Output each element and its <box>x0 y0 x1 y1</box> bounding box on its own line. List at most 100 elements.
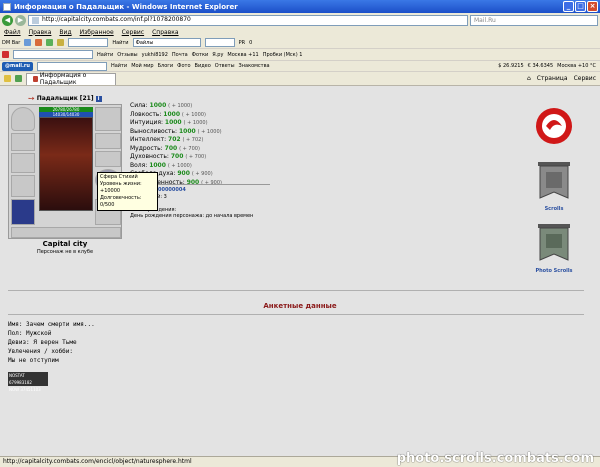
photo-scrolls-badge[interactable]: Photo Scrolls <box>534 222 574 274</box>
search-input[interactable]: Mail.Ru <box>470 14 598 26</box>
stat-row: Выносливость: 1000 ( + 1000) <box>130 127 222 135</box>
weather-label: Москва +10 °C <box>557 63 596 69</box>
photo-link[interactable]: Фото <box>177 63 190 69</box>
tab-bar: Информация о Падальщик ⌂ Страница Сервис <box>0 72 600 86</box>
menu-help[interactable]: Справка <box>152 29 178 36</box>
clan-status: Персонаж не в клубе <box>36 249 94 255</box>
helmet-slot[interactable] <box>11 107 35 131</box>
user-link[interactable]: yukhi8192 <box>142 52 168 58</box>
menu-file[interactable]: Файл <box>4 29 21 36</box>
counter-line: NOW 37451103 <box>9 387 41 392</box>
menu-edit[interactable]: Правка <box>29 29 52 36</box>
back-button[interactable]: ◀ <box>2 14 13 26</box>
photo-scrolls-banner-icon <box>538 224 570 261</box>
toolbar-icon[interactable] <box>35 39 43 46</box>
pr-field[interactable] <box>204 38 235 47</box>
maximize-button[interactable]: □ <box>575 1 586 12</box>
forward-button[interactable]: ▶ <box>15 14 26 26</box>
clan-emblem-icon <box>536 108 572 144</box>
favorites-star-icon[interactable] <box>4 75 11 82</box>
profile-hobby-text: Мы не отступим <box>8 357 59 364</box>
section-divider <box>8 290 584 291</box>
ie-icon <box>3 2 11 11</box>
yandex-icon[interactable] <box>2 51 9 58</box>
info-icon[interactable]: i <box>95 95 102 102</box>
character-level: [21] <box>79 95 94 102</box>
scrolls-label: Scrolls <box>544 206 564 212</box>
mailru-find-button[interactable]: Найти <box>111 63 127 69</box>
city-name: Capital city <box>42 240 88 248</box>
arrow-icon: ➙ <box>28 94 35 103</box>
toolbar-dm: DM Bar Найти Файлы PR 0 <box>0 37 600 49</box>
toolbar-icon[interactable] <box>57 39 65 46</box>
yaru-link[interactable]: Я.ру <box>212 52 223 58</box>
blogs-link[interactable]: Блоги <box>158 63 174 69</box>
video-link[interactable]: Видео <box>195 63 211 69</box>
visit-counter[interactable]: NOSTAT 679983182 NOW 37451103 <box>8 372 48 392</box>
profile-details: Имя: Зачем смерти имя... Пол: Мужской Де… <box>8 320 95 365</box>
home-icon[interactable]: ⌂ <box>527 75 531 82</box>
profile-name: Имя: Зачем смерти имя... <box>8 321 95 328</box>
menu-view[interactable]: Вид <box>59 29 71 36</box>
clan-emblem[interactable] <box>534 106 574 148</box>
minimize-button[interactable]: _ <box>563 1 574 12</box>
reviews-link[interactable]: Отзывы <box>117 52 137 58</box>
address-bar[interactable]: http://capitalcity.combats.com/inf.pl?10… <box>28 14 468 26</box>
armor-slot[interactable] <box>11 153 35 173</box>
character-header: ➙ Падальщик [21] i <box>28 94 102 103</box>
status-url: http://capitalcity.combats.com/encicl/ob… <box>3 458 192 465</box>
files-select[interactable]: Файлы <box>132 38 201 47</box>
stat-row: Сила: 1000 ( + 1000) <box>130 102 193 109</box>
tools-menu[interactable]: Сервис <box>574 75 596 82</box>
address-url: http://capitalcity.combats.com/inf.pl?10… <box>42 16 191 23</box>
scrolls-banner-icon <box>538 162 570 199</box>
address-row: ◀ ▶ http://capitalcity.combats.com/inf.p… <box>0 13 600 27</box>
counter-line: NOSTAT 679983182 <box>9 373 32 385</box>
stat-row: Духовность: 700 ( + 700) <box>130 153 207 160</box>
yandex-search-field[interactable] <box>13 50 93 59</box>
profile-motto: Девиз: Я верен Тьме <box>8 339 77 346</box>
ring-slots[interactable] <box>95 151 121 167</box>
menu-bar: Файл Правка Вид Избранное Сервис Справка <box>0 27 600 37</box>
answers-link[interactable]: Ответы <box>215 63 235 69</box>
find-button[interactable]: Найти <box>97 52 113 58</box>
toolbar-yandex: Найти Отзывы yukhi8192 Почта Фотки Я.ру … <box>0 49 600 61</box>
toolbar-icon[interactable] <box>24 39 32 46</box>
pr-counter: 0 <box>249 39 253 46</box>
photos-link[interactable]: Фотки <box>192 52 209 58</box>
cloak-slot[interactable] <box>11 199 35 225</box>
bracer-slot[interactable] <box>11 133 35 151</box>
dating-link[interactable]: Знакомства <box>239 63 270 69</box>
mailru-logo[interactable]: @mail.ru <box>2 61 33 71</box>
amulet-slot[interactable] <box>95 133 121 149</box>
toolbar-icon[interactable] <box>46 39 54 46</box>
weapon-slot[interactable] <box>11 175 35 197</box>
menu-tools[interactable]: Сервис <box>122 29 144 36</box>
belt-slots[interactable] <box>11 227 121 238</box>
profile-section-title: Анкетные данные <box>263 302 337 310</box>
close-button[interactable]: × <box>587 1 598 12</box>
usd-rate: $ 26.9215 <box>498 63 524 69</box>
profile-hobby: Увлечения / хобби: <box>8 348 74 355</box>
stat-row: Воля: 1000 ( + 1000) <box>130 161 192 169</box>
add-favorites-icon[interactable] <box>15 75 22 82</box>
character-portrait <box>39 117 93 211</box>
traffic-link[interactable]: Пробки (Мск) 1 <box>263 52 303 58</box>
dm-find-button[interactable]: Найти <box>112 40 128 46</box>
tab-current[interactable]: Информация о Падальщик <box>26 72 116 86</box>
eur-rate: € 34.6345 <box>527 63 554 69</box>
profile-sex: Пол: Мужской <box>8 330 52 337</box>
toolbar-mailru: @mail.ru Найти Мой мир Блоги Фото Видео … <box>0 61 600 72</box>
scrolls-badge[interactable]: Scrolls <box>534 160 574 212</box>
mail-link[interactable]: Почта <box>172 52 188 58</box>
stat-row: Ловкость: 1000 ( + 1000) <box>130 110 206 118</box>
earring-slot[interactable] <box>95 107 121 131</box>
myworld-link[interactable]: Мой мир <box>131 63 153 69</box>
menu-favorites[interactable]: Избранное <box>80 29 114 36</box>
dm-search-field[interactable] <box>68 38 109 47</box>
page-menu[interactable]: Страница <box>537 75 568 82</box>
tooltip-item-name: Сфера Стихий <box>100 174 138 180</box>
window-title: Информация о Падальщик - Windows Interne… <box>14 2 238 11</box>
weather-link[interactable]: Москва +11 <box>227 52 258 58</box>
mailru-search-field[interactable] <box>36 61 107 71</box>
